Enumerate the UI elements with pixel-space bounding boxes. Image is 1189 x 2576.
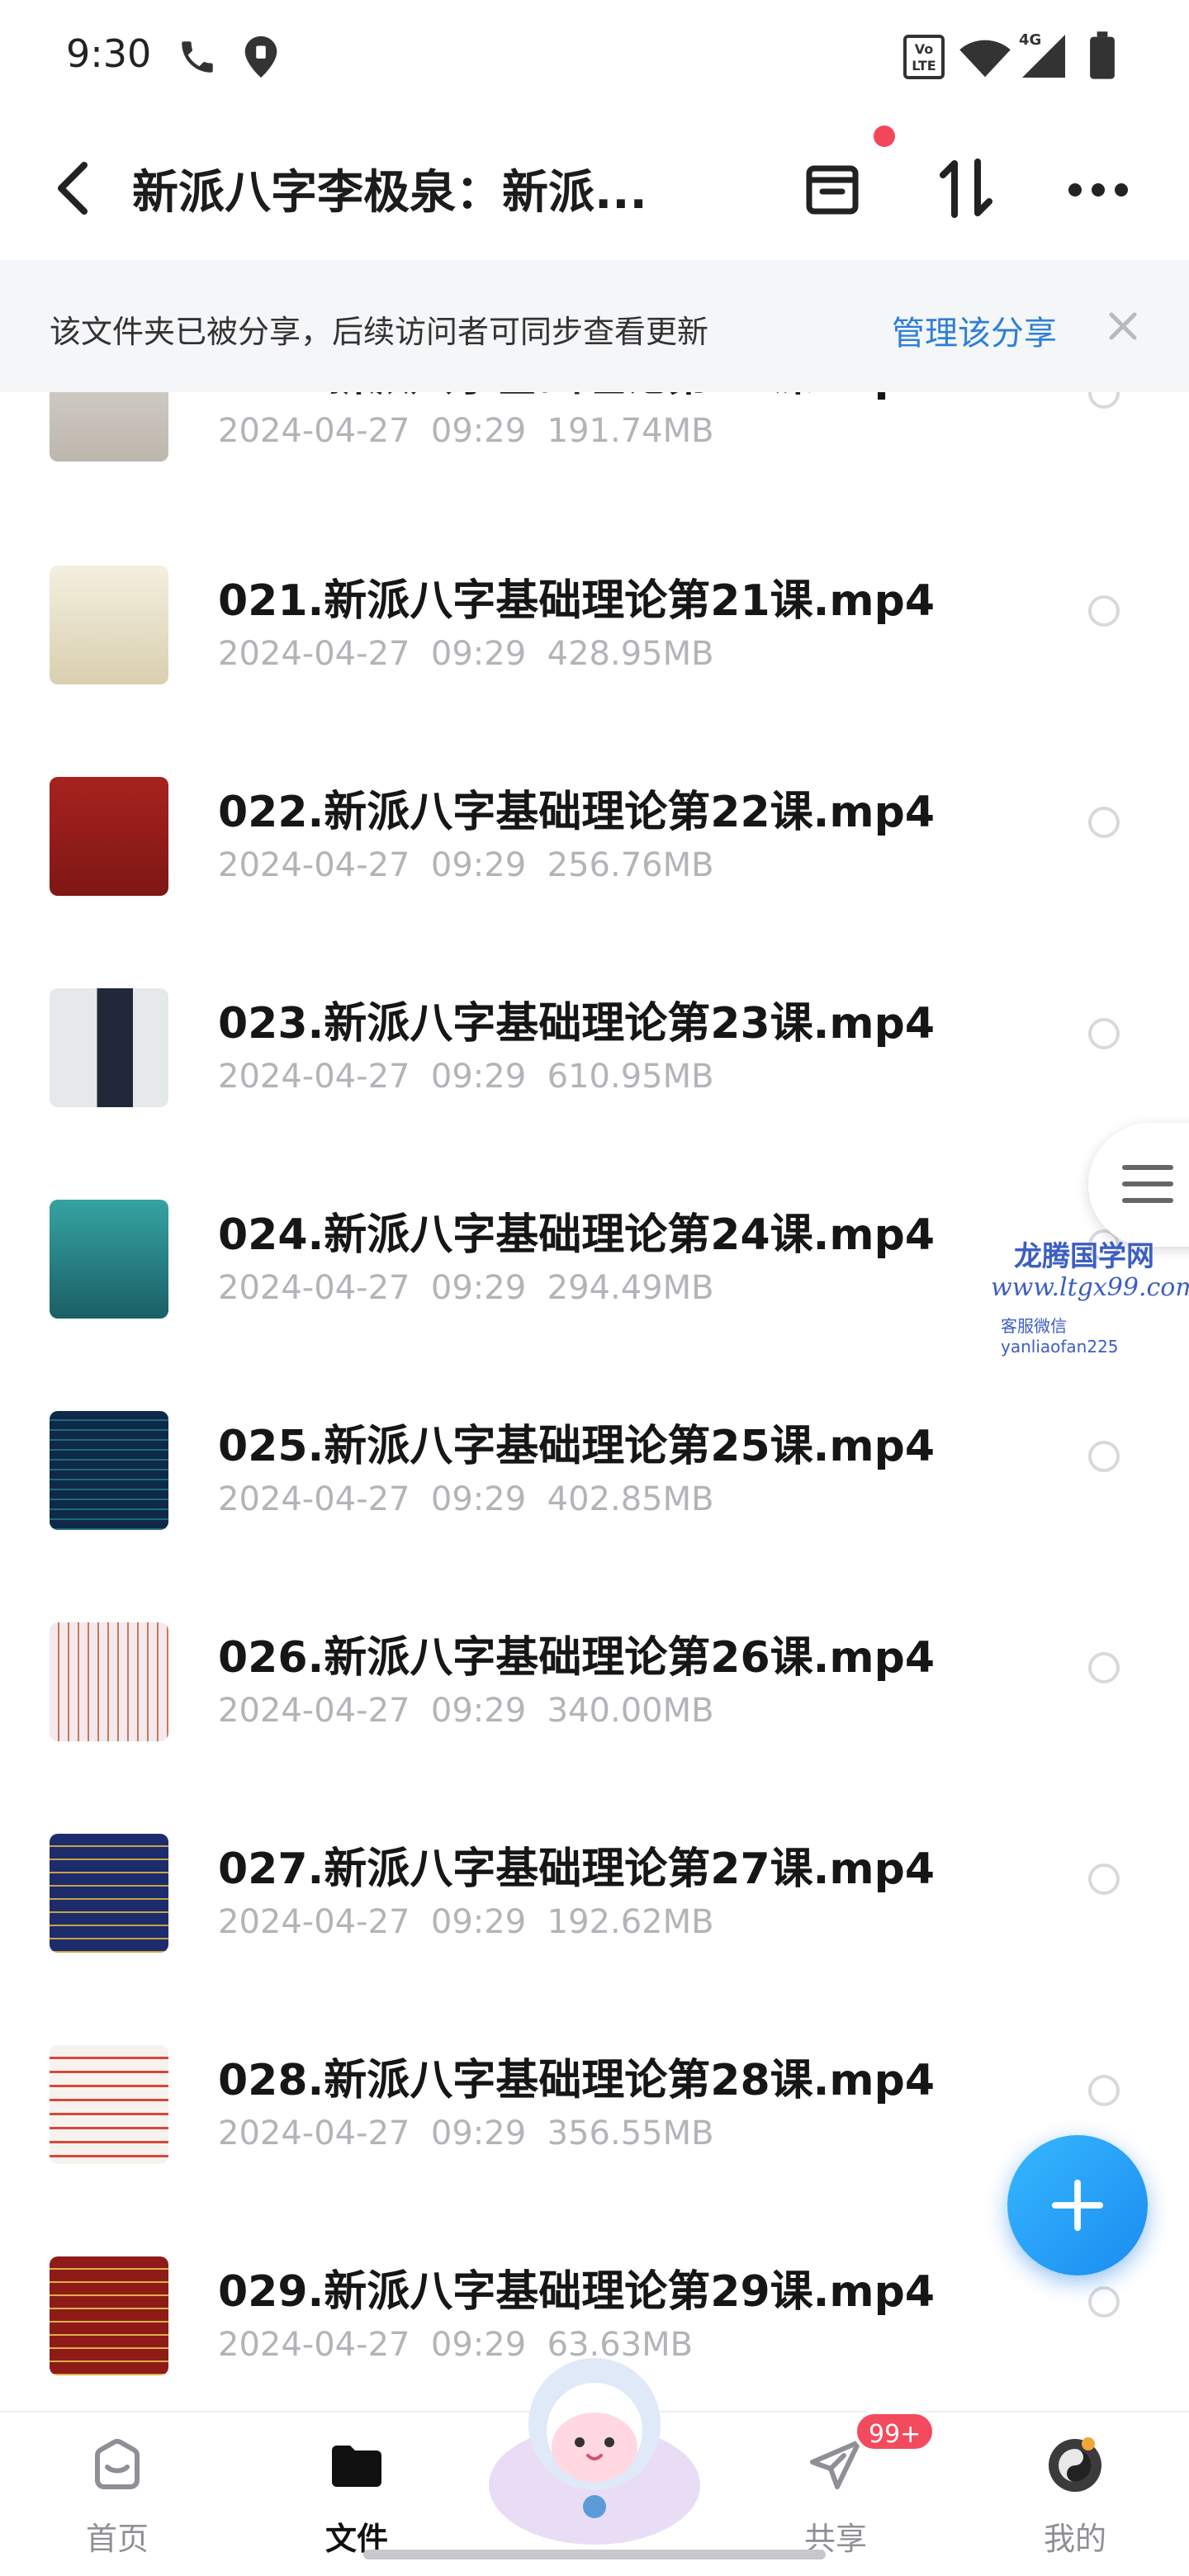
video-thumbnail [50, 777, 168, 896]
nav-profile[interactable]: 我的 [992, 2413, 1158, 2576]
location-icon [244, 36, 277, 78]
share-banner: 该文件夹已被分享，后续访问者可同步查看更新 管理该分享 [0, 260, 1189, 392]
status-time: 9:30 [66, 31, 152, 76]
video-thumbnail [50, 392, 168, 462]
file-meta: 2024-04-27 09:29 402.85MB [218, 1480, 714, 1518]
video-thumbnail [50, 1200, 168, 1319]
list-item[interactable]: 025.新派八字基础理论第25课.mp4 2024-04-27 09:29 40… [0, 1411, 1189, 1622]
file-name: 029.新派八字基础理论第29课.mp4 [218, 2267, 936, 2317]
list-item[interactable]: 026.新派八字基础理论第26课.mp4 2024-04-27 09:29 34… [0, 1622, 1189, 1834]
video-thumbnail [50, 2256, 168, 2375]
header: 新派八字李极泉：新派... [0, 116, 1189, 260]
volte-icon: Vo LTE [903, 35, 945, 79]
menu-lines-icon[interactable] [1121, 1163, 1174, 1205]
notification-dot [874, 125, 895, 147]
video-thumbnail [50, 988, 168, 1107]
select-checkbox[interactable] [1088, 392, 1120, 409]
banner-text: 该文件夹已被分享，后续访问者可同步查看更新 [50, 314, 709, 350]
video-thumbnail [50, 1622, 168, 1741]
more-icon[interactable] [1065, 173, 1131, 206]
status-bar: 9:30 Vo LTE 4G [0, 0, 1189, 116]
file-meta: 2024-04-27 09:29 191.74MB [218, 412, 714, 450]
video-thumbnail [50, 566, 168, 684]
file-meta: 2024-04-27 09:29 256.76MB [218, 846, 714, 884]
watermark-url: www.ltgx99.com [991, 1273, 1189, 1302]
avatar-icon [1049, 2437, 1101, 2492]
list-item[interactable]: 024.新派八字基础理论第24课.mp4 2024-04-27 09:29 29… [0, 1200, 1189, 1411]
watermark-contact: 客服微信 yanliaofan225 [1001, 1316, 1119, 1357]
file-list: 020.新派八字基础理论第20课.mp4 2024-04-27 09:29 19… [0, 392, 1189, 2411]
phone-icon [182, 41, 213, 73]
nav-home[interactable]: 首页 [35, 2413, 200, 2576]
wifi-icon [959, 40, 1011, 78]
video-thumbnail [50, 1834, 168, 1953]
nav-label: 首页 [85, 2521, 149, 2557]
list-item[interactable]: 021.新派八字基础理论第21课.mp4 2024-04-27 09:29 42… [0, 566, 1189, 777]
close-icon[interactable] [1106, 310, 1139, 343]
home-indicator[interactable] [363, 2550, 826, 2559]
select-checkbox[interactable] [1088, 807, 1120, 838]
list-item[interactable]: 023.新派八字基础理论第23课.mp4 2024-04-27 09:29 61… [0, 988, 1189, 1200]
share-count-badge: 99+ [854, 2411, 936, 2452]
video-thumbnail [50, 1411, 168, 1530]
select-checkbox[interactable] [1088, 1863, 1120, 1895]
list-item[interactable]: 022.新派八字基础理论第22课.mp4 2024-04-27 09:29 25… [0, 777, 1189, 988]
select-checkbox[interactable] [1088, 1018, 1120, 1049]
list-item[interactable]: 020.新派八字基础理论第20课.mp4 2024-04-27 09:29 19… [0, 392, 1189, 571]
select-checkbox[interactable] [1088, 2075, 1120, 2106]
file-name: 026.新派八字基础理论第26课.mp4 [218, 1633, 936, 1683]
watermark-title: 龙腾国学网 [1014, 1240, 1154, 1273]
select-checkbox[interactable] [1088, 1441, 1120, 1472]
file-name: 023.新派八字基础理论第23课.mp4 [218, 999, 936, 1049]
box-icon[interactable] [803, 159, 862, 218]
file-name: 020.新派八字基础理论第20课.mp4 [218, 392, 935, 403]
home-icon [95, 2438, 140, 2489]
battery-icon [1090, 31, 1115, 79]
paper-plane-icon [810, 2440, 861, 2489]
file-meta: 2024-04-27 09:29 610.95MB [218, 1058, 714, 1096]
plus-icon[interactable] [1049, 2176, 1106, 2234]
file-meta: 2024-04-27 09:29 294.49MB [218, 1269, 714, 1307]
file-name: 027.新派八字基础理论第27课.mp4 [218, 1844, 936, 1894]
file-meta: 2024-04-27 09:29 340.00MB [218, 1692, 714, 1730]
signal-icon [1022, 35, 1065, 78]
file-name: 022.新派八字基础理论第22课.mp4 [218, 788, 936, 837]
folder-icon [332, 2446, 381, 2487]
select-checkbox[interactable] [1088, 595, 1120, 627]
video-thumbnail [50, 2045, 168, 2164]
file-name: 021.新派八字基础理论第21课.mp4 [218, 576, 936, 626]
select-checkbox[interactable] [1088, 1652, 1120, 1683]
mascot-icon[interactable] [479, 2345, 710, 2551]
back-arrow-icon[interactable] [48, 159, 97, 218]
select-checkbox[interactable] [1088, 2286, 1120, 2318]
file-name: 024.新派八字基础理论第24课.mp4 [218, 1210, 936, 1260]
manage-share-link[interactable]: 管理该分享 [892, 306, 1057, 354]
list-item[interactable]: 027.新派八字基础理论第27课.mp4 2024-04-27 09:29 19… [0, 1834, 1189, 2045]
file-meta: 2024-04-27 09:29 356.55MB [218, 2114, 714, 2152]
nav-label: 我的 [1043, 2521, 1106, 2557]
sort-icon[interactable] [933, 155, 999, 221]
file-name: 025.新派八字基础理论第25课.mp4 [218, 1422, 936, 1471]
file-name: 028.新派八字基础理论第28课.mp4 [218, 2056, 936, 2105]
file-meta: 2024-04-27 09:29 428.95MB [218, 635, 714, 673]
page-title: 新派八字李极泉：新派... [132, 166, 647, 220]
file-meta: 2024-04-27 09:29 192.62MB [218, 1903, 714, 1941]
